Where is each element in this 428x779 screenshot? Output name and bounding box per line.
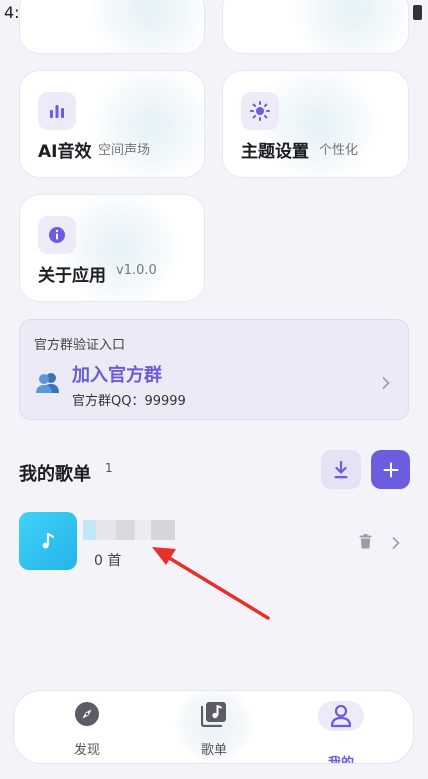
playlist-cover [19, 512, 77, 570]
join-group-title: 加入官方群 [72, 365, 162, 386]
download-icon [334, 460, 348, 478]
plus-icon [383, 462, 398, 477]
nav-mine[interactable]: 我的 [291, 691, 391, 764]
nav-mine-label: 我的 [327, 756, 354, 764]
theme-settings-tile[interactable]: 主题设置 个性化 [222, 70, 409, 178]
compass-icon [74, 701, 100, 731]
equalizer-icon [38, 92, 76, 130]
scrolled-tile-right[interactable] [222, 0, 409, 54]
theme-settings-title: 主题设置 [241, 142, 309, 162]
people-icon [35, 372, 61, 398]
nav-playlists[interactable]: 歌单 [164, 691, 264, 763]
battery-icon [413, 5, 422, 20]
trash-icon[interactable] [359, 534, 372, 553]
my-playlists-title: 我的歌单 [19, 464, 91, 485]
group-qq-number: 官方群QQ：99999 [72, 394, 186, 409]
playlist-item[interactable]: 0 首 [19, 512, 409, 574]
theme-settings-subtitle: 个性化 [319, 143, 359, 158]
playlist-track-count: 0 首 [94, 553, 122, 569]
group-verify-label: 官方群验证入口 [34, 338, 126, 353]
ai-effect-tile[interactable]: AI音效 空间声场 [19, 70, 205, 178]
ai-effect-subtitle: 空间声场 [98, 143, 151, 158]
music-album-icon [200, 701, 227, 731]
nav-discover[interactable]: 发现 [37, 691, 137, 763]
bottom-navigation: 发现 歌单 我的 [13, 690, 414, 764]
info-icon [38, 216, 76, 254]
nav-discover-label: 发现 [73, 743, 100, 758]
nav-playlists-label: 歌单 [200, 743, 227, 758]
ai-effect-title: AI音效 [38, 142, 92, 162]
scrolled-tile-left[interactable] [19, 0, 205, 54]
playlist-count: 1 [105, 461, 113, 475]
sun-icon [241, 92, 279, 130]
app-version: v1.0.0 [116, 263, 157, 278]
about-app-title: 关于应用 [38, 266, 106, 286]
chevron-right-icon[interactable] [392, 534, 400, 553]
music-note-icon [42, 532, 54, 549]
about-app-tile[interactable]: 关于应用 v1.0.0 [19, 194, 205, 302]
add-playlist-button[interactable] [371, 450, 410, 489]
official-group-banner[interactable]: 官方群验证入口 加入官方群 官方群QQ：99999 [19, 319, 409, 420]
playlist-name-redacted [83, 520, 175, 540]
download-button[interactable] [321, 450, 361, 489]
profile-icon [330, 704, 352, 732]
chevron-right-icon [382, 374, 390, 393]
